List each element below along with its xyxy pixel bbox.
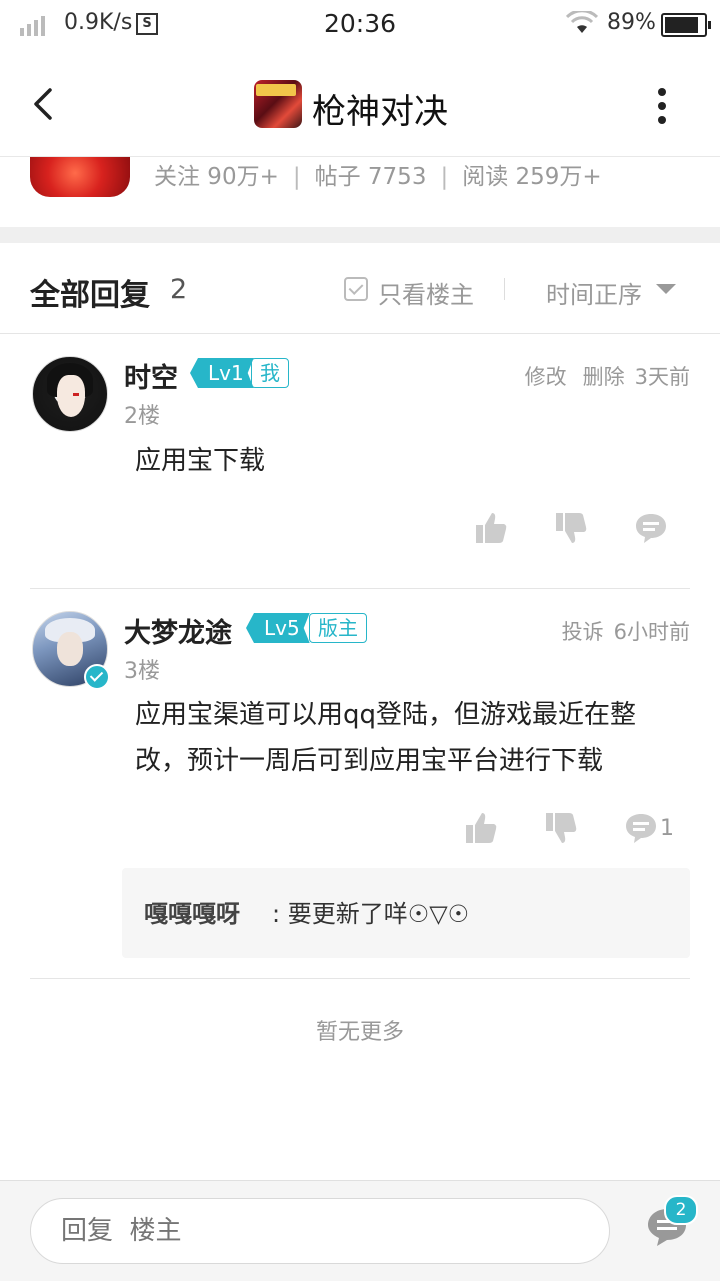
post-count: 帖子 7753 (314, 164, 427, 190)
all-replies-title: 全部回复 (30, 278, 150, 313)
comment-count-badge: 2 (664, 1195, 698, 1225)
top-nav-bar: 枪神对决 (0, 52, 720, 157)
verified-icon (84, 664, 110, 690)
divider (30, 588, 690, 589)
reply-content: 应用宝下载 (135, 446, 266, 476)
battery-icon (661, 13, 711, 37)
level-badge: Lv5 (246, 613, 310, 643)
bottom-reply-bar: 2 (0, 1180, 720, 1281)
forum-stats: 关注 90万+ | 帖子 7753 | 阅读 259万+ (154, 164, 602, 190)
reply-content: 应用宝渠道可以用qq登陆，但游戏最近在整改，预计一周后可到应用宝平台进行下载 (135, 700, 637, 776)
follow-count: 关注 90万+ (154, 164, 279, 190)
username[interactable]: 大梦龙途 (124, 611, 232, 650)
status-bar: 0.9K/s S 20:36 89% (0, 0, 720, 50)
game-icon (254, 80, 302, 128)
reply-meta: 修改 删除 3天前 (509, 361, 690, 391)
chevron-down-icon[interactable] (656, 284, 676, 294)
edit-link[interactable]: 修改 (525, 365, 567, 389)
reply-meta: 投诉 6小时前 (546, 616, 690, 646)
forum-info: 关注 90万+ | 帖子 7753 | 阅读 259万+ (0, 157, 720, 227)
section-divider (0, 227, 720, 243)
reply-input[interactable] (30, 1198, 610, 1264)
wifi-icon (566, 11, 598, 33)
me-tag: 我 (251, 358, 289, 388)
thumbs-up-icon[interactable] (474, 511, 508, 545)
thumbs-down-icon[interactable] (554, 511, 588, 545)
report-link[interactable]: 投诉 (562, 620, 604, 644)
divider (30, 978, 690, 979)
thumbs-down-icon[interactable] (544, 811, 578, 845)
avatar[interactable] (32, 356, 108, 432)
divider (504, 278, 505, 300)
moderator-tag: 版主 (309, 613, 367, 643)
sub-reply[interactable]: 嘎嘎嘎呀 : 要更新了咩☉▽☉ (122, 868, 690, 958)
no-more-text: 暂无更多 (315, 1020, 404, 1045)
back-arrow-icon[interactable] (28, 84, 58, 124)
delete-link[interactable]: 删除 (583, 365, 625, 389)
read-count: 阅读 259万+ (462, 164, 602, 190)
more-options-icon[interactable] (658, 88, 666, 130)
page-title: 枪神对决 (312, 92, 448, 132)
level-badge: Lv1 (190, 358, 254, 388)
floor-number: 2楼 (124, 404, 160, 429)
thumbs-up-icon[interactable] (464, 811, 498, 845)
only-owner-label[interactable]: 只看楼主 (378, 275, 474, 310)
only-owner-checkbox[interactable] (344, 277, 368, 301)
username[interactable]: 时空 (124, 356, 178, 395)
timestamp: 6小时前 (613, 620, 690, 644)
floor-number: 3楼 (124, 659, 160, 684)
comment-icon[interactable] (624, 811, 658, 845)
reply-count: 2 (170, 274, 188, 305)
sort-order-dropdown[interactable]: 时间正序 (546, 275, 642, 310)
comment-count: 1 (660, 816, 674, 841)
comment-icon[interactable] (634, 511, 668, 545)
forum-avatar (30, 157, 130, 197)
timestamp: 3天前 (634, 365, 690, 389)
divider (0, 333, 720, 334)
sub-reply-author[interactable]: 嘎嘎嘎呀 (144, 894, 240, 929)
battery-percent: 89% (607, 10, 656, 35)
sub-reply-text: : 要更新了咩☉▽☉ (272, 900, 470, 928)
